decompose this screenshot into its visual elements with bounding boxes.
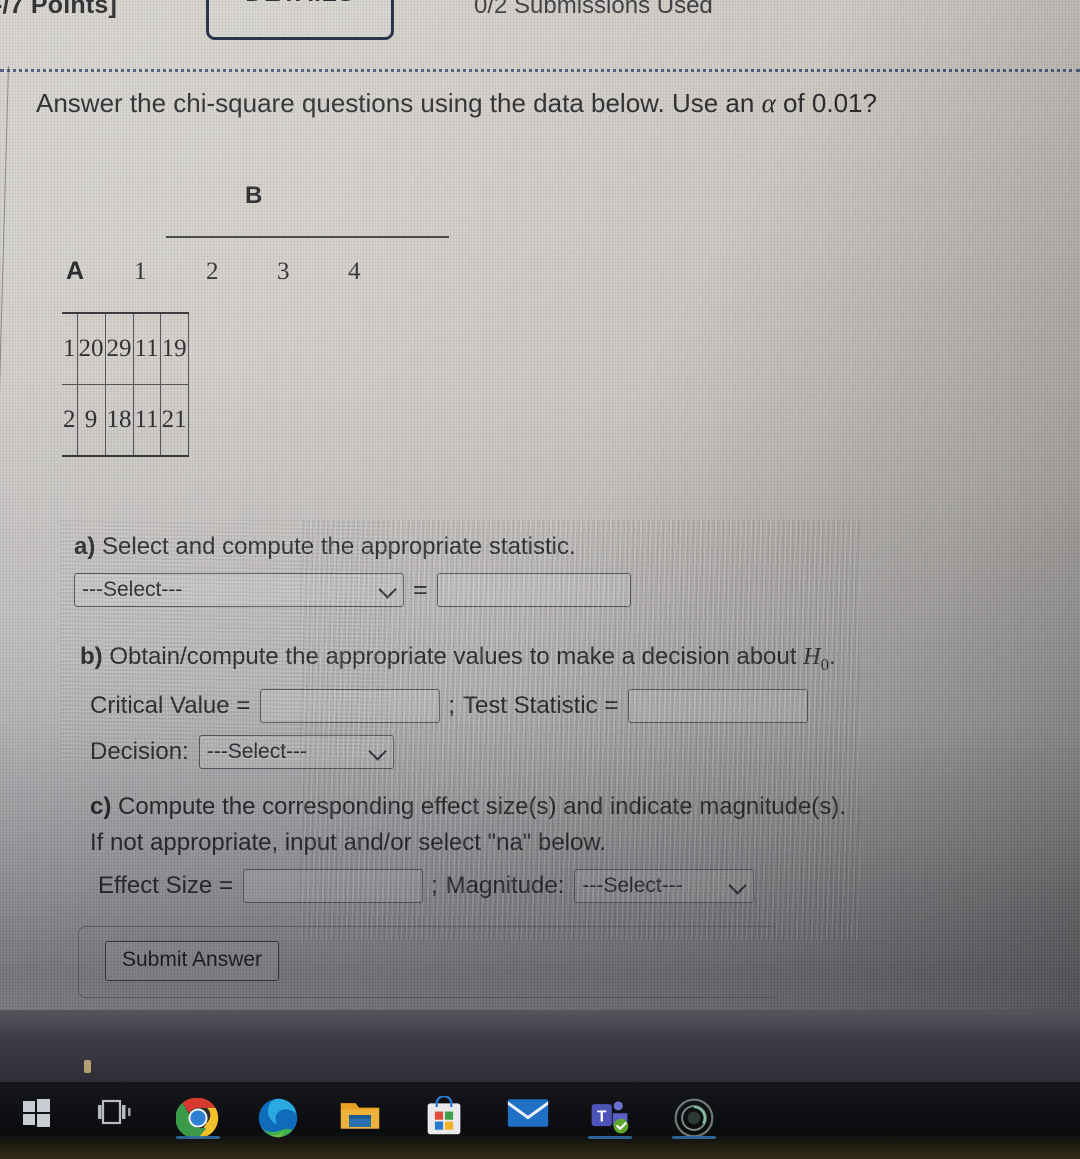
null-hypothesis-subscript: 0 bbox=[820, 654, 829, 674]
magnitude-select-value: ---Select--- bbox=[582, 874, 683, 897]
table-cell: 20 bbox=[76, 312, 106, 385]
prompt-text-before: Answer the chi-square questions using th… bbox=[36, 88, 762, 118]
header-divider bbox=[0, 69, 1080, 72]
details-tab-label: DETAILS bbox=[209, 0, 391, 8]
prompt-text-after: of 0.01? bbox=[775, 88, 877, 118]
question-prompt: Answer the chi-square questions using th… bbox=[36, 88, 877, 119]
question-header: -/7 Points] DETAILS 0/2 Submissions Used bbox=[0, 0, 1080, 72]
table-cell: 11 bbox=[132, 312, 161, 385]
frequency-table: 1 20 29 11 19 2 9 18 11 21 bbox=[62, 312, 189, 457]
microsoft-teams-icon: T bbox=[591, 1101, 629, 1134]
column-group-rule bbox=[166, 236, 449, 238]
submissions-used-label: 0/2 Submissions Used bbox=[474, 0, 713, 19]
magnitude-label: Magnitude: bbox=[445, 872, 565, 899]
statistic-input[interactable] bbox=[436, 573, 631, 607]
magnitude-select[interactable]: ---Select--- bbox=[574, 869, 755, 903]
effect-size-input[interactable] bbox=[242, 869, 423, 903]
submit-answer-button[interactable]: Submit Answer bbox=[105, 941, 279, 981]
table-cell: 18 bbox=[104, 384, 134, 457]
points-label: -/7 Points] bbox=[0, 0, 118, 19]
chevron-down-icon bbox=[368, 742, 387, 761]
task-view-icon bbox=[98, 1099, 131, 1125]
statistic-select-value: ---Select--- bbox=[82, 578, 183, 601]
microsoft-store-icon bbox=[427, 1096, 461, 1135]
part-a-label: a) bbox=[74, 533, 96, 560]
part-a-instruction: Select and compute the appropriate stati… bbox=[95, 533, 576, 560]
part-c-instruction: Compute the corresponding effect size(s)… bbox=[111, 793, 846, 820]
table-cell: 29 bbox=[104, 312, 134, 385]
critical-value-label: Critical Value = bbox=[90, 691, 251, 719]
field-separator: ; bbox=[430, 872, 438, 899]
submit-panel: Submit Answer bbox=[78, 926, 779, 998]
part-a-text: a) Select and compute the appropriate st… bbox=[74, 533, 631, 561]
bezel-reflection bbox=[84, 1060, 91, 1073]
part-c-label: c) bbox=[90, 793, 112, 820]
details-tab-button[interactable]: DETAILS bbox=[206, 0, 394, 40]
mail-icon bbox=[507, 1099, 549, 1127]
row-label: 2 bbox=[62, 384, 78, 457]
equals-sign: = bbox=[413, 575, 428, 604]
monitor-photo: -/7 Points] DETAILS 0/2 Submissions Used… bbox=[0, 0, 1080, 1159]
table-cell: 9 bbox=[76, 384, 106, 457]
column-header-2: 2 bbox=[206, 258, 219, 285]
table-row: 2 9 18 11 21 bbox=[62, 384, 189, 457]
svg-text:T: T bbox=[597, 1109, 607, 1126]
statistic-select[interactable]: ---Select--- bbox=[74, 573, 404, 607]
part-b-text: b) Obtain/compute the appropriate values… bbox=[80, 643, 836, 675]
column-header-1: 1 bbox=[134, 258, 147, 285]
column-header-3: 3 bbox=[277, 258, 290, 285]
part-c-text-line1: c) Compute the corresponding effect size… bbox=[90, 793, 846, 821]
effect-size-label: Effect Size = bbox=[98, 872, 233, 899]
column-group-label-b: B bbox=[245, 182, 263, 209]
test-statistic-label: Test Statistic = bbox=[462, 691, 619, 719]
row-group-label-a: A bbox=[66, 257, 85, 285]
table-cell: 11 bbox=[132, 384, 161, 457]
taskbar-light-bleed bbox=[0, 1133, 1080, 1159]
column-header-4: 4 bbox=[348, 258, 361, 285]
question-part-b: b) Obtain/compute the appropriate values… bbox=[80, 643, 836, 769]
table-row: 1 20 29 11 19 bbox=[62, 312, 189, 385]
windows-taskbar: T bbox=[0, 1082, 1080, 1159]
alpha-symbol: α bbox=[761, 88, 776, 118]
decision-select-value: ---Select--- bbox=[206, 739, 308, 763]
question-part-c: c) Compute the corresponding effect size… bbox=[90, 793, 846, 903]
chevron-down-icon bbox=[728, 876, 748, 895]
critical-value-input[interactable] bbox=[260, 688, 441, 723]
chevron-down-icon bbox=[378, 580, 397, 599]
start-icon bbox=[23, 1099, 50, 1127]
field-separator: ; bbox=[448, 691, 455, 719]
table-cell: 19 bbox=[159, 312, 189, 385]
file-explorer-icon bbox=[340, 1103, 380, 1129]
table-cell: 21 bbox=[159, 384, 189, 457]
decision-select[interactable]: ---Select--- bbox=[198, 734, 394, 769]
test-statistic-input[interactable] bbox=[628, 688, 809, 723]
part-c-text-line2: If not appropriate, input and/or select … bbox=[90, 829, 607, 856]
row-label: 1 bbox=[62, 312, 78, 385]
monitor-bezel bbox=[0, 1010, 1080, 1082]
part-b-instruction-end: . bbox=[828, 643, 836, 670]
question-part-a: a) Select and compute the appropriate st… bbox=[74, 533, 631, 607]
decision-label: Decision: bbox=[90, 737, 189, 765]
null-hypothesis-symbol: H bbox=[803, 644, 821, 670]
part-b-instruction: Obtain/compute the appropriate values to… bbox=[102, 643, 804, 670]
part-b-label: b) bbox=[80, 643, 103, 670]
